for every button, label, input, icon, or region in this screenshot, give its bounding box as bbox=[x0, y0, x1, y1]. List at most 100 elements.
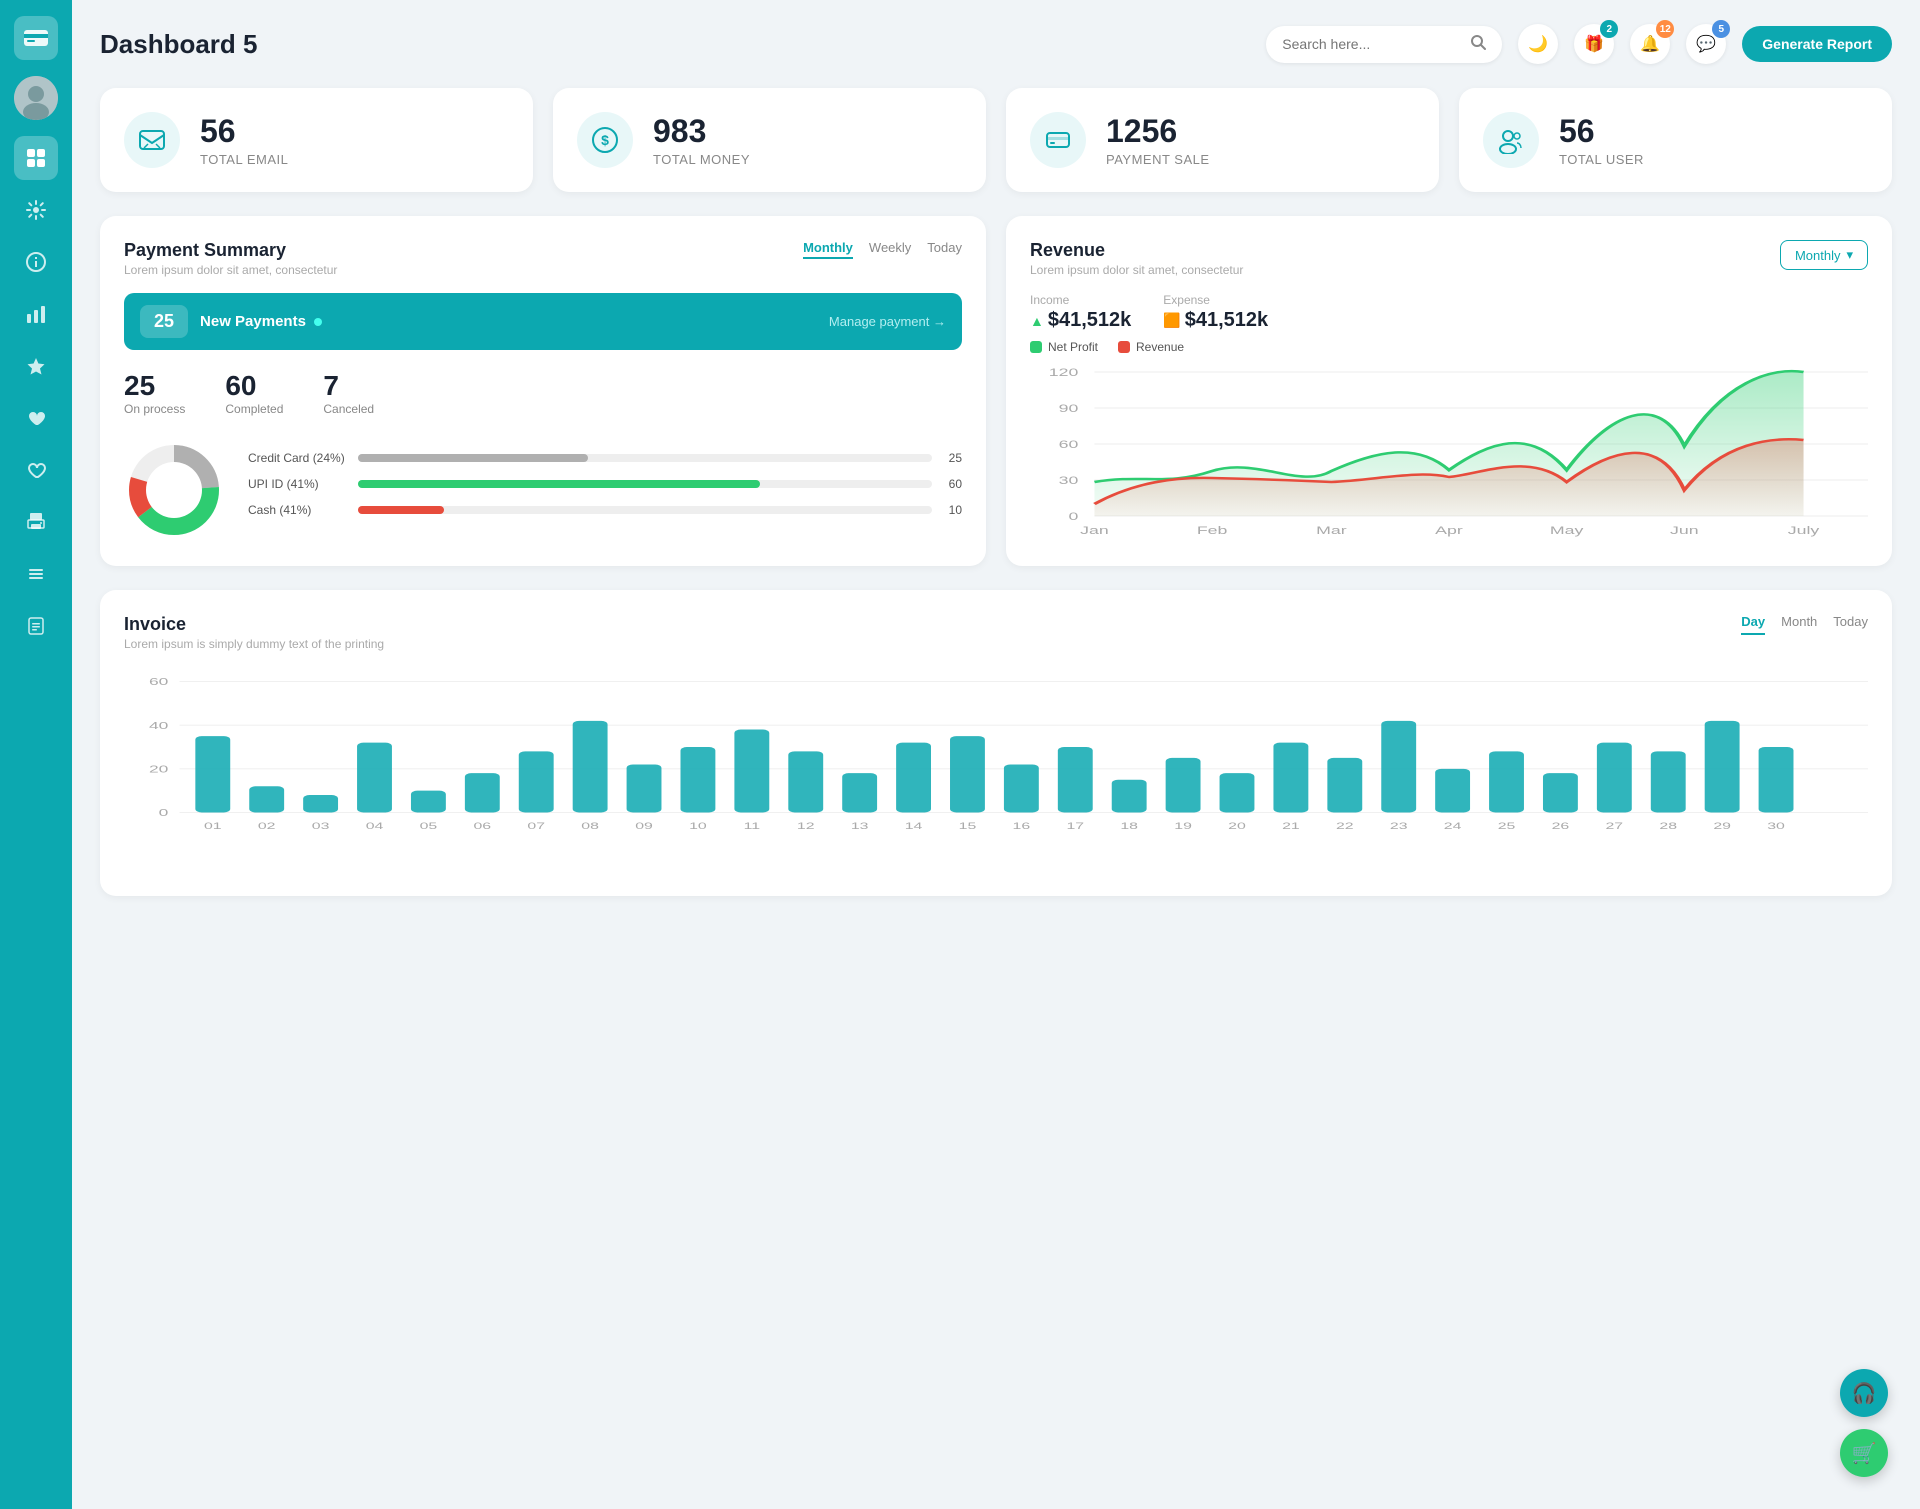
stat-info-email: 56 TOTAL EMAIL bbox=[200, 113, 288, 167]
svg-text:60: 60 bbox=[1059, 439, 1079, 451]
svg-text:20: 20 bbox=[149, 764, 169, 775]
money-label: TOTAL MONEY bbox=[653, 152, 750, 167]
invoice-bar bbox=[1759, 747, 1794, 812]
invoice-tab-day[interactable]: Day bbox=[1741, 614, 1765, 635]
invoice-title-area: Invoice Lorem ipsum is simply dummy text… bbox=[124, 614, 384, 651]
svg-text:30: 30 bbox=[1059, 475, 1079, 487]
sidebar-item-list[interactable] bbox=[14, 552, 58, 596]
invoice-bar bbox=[411, 791, 446, 813]
sidebar-logo[interactable] bbox=[14, 16, 58, 60]
notification-button[interactable]: 🔔 12 bbox=[1630, 24, 1670, 64]
svg-text:27: 27 bbox=[1606, 820, 1624, 831]
tab-today[interactable]: Today bbox=[927, 240, 962, 259]
on-process-stat: 25 On process bbox=[124, 370, 185, 416]
sidebar-item-dashboard[interactable] bbox=[14, 136, 58, 180]
theme-toggle-button[interactable]: 🌙 bbox=[1518, 24, 1558, 64]
notification-badge: 12 bbox=[1656, 20, 1674, 38]
completed-count: 60 bbox=[225, 370, 283, 402]
svg-text:17: 17 bbox=[1066, 820, 1084, 831]
svg-text:22: 22 bbox=[1336, 820, 1354, 831]
sidebar-item-info[interactable] bbox=[14, 240, 58, 284]
invoice-bar bbox=[1273, 743, 1308, 813]
invoice-bar bbox=[627, 764, 662, 812]
float-buttons: 🎧 🛒 bbox=[1840, 1369, 1888, 1477]
svg-text:29: 29 bbox=[1713, 820, 1731, 831]
sidebar-item-analytics[interactable] bbox=[14, 292, 58, 336]
tab-monthly[interactable]: Monthly bbox=[803, 240, 853, 259]
sidebar-item-print[interactable] bbox=[14, 500, 58, 544]
gift-icon: 🎁 bbox=[1584, 34, 1604, 54]
revenue-filter-dropdown[interactable]: Monthly ▾ bbox=[1780, 240, 1868, 270]
headset-float-button[interactable]: 🎧 bbox=[1840, 1369, 1888, 1417]
income-expense-row: Income ▲ $41,512k Expense 🟧 $41,512k bbox=[1030, 293, 1868, 332]
invoice-bar bbox=[1166, 758, 1201, 813]
credit-card-value: 25 bbox=[942, 451, 962, 465]
revenue-chart-svg: 120 90 60 30 0 bbox=[1030, 362, 1868, 542]
svg-text:19: 19 bbox=[1174, 820, 1192, 831]
bell-icon: 🔔 bbox=[1640, 34, 1660, 54]
invoice-bar bbox=[680, 747, 715, 812]
revenue-panel: Revenue Lorem ipsum dolor sit amet, cons… bbox=[1006, 216, 1892, 566]
svg-text:20: 20 bbox=[1228, 820, 1246, 831]
cash-fill bbox=[358, 506, 444, 514]
stat-card-money: $ 983 TOTAL MONEY bbox=[553, 88, 986, 192]
invoice-panel: Invoice Lorem ipsum is simply dummy text… bbox=[100, 590, 1892, 896]
email-label: TOTAL EMAIL bbox=[200, 152, 288, 167]
search-input[interactable] bbox=[1282, 36, 1462, 52]
svg-text:18: 18 bbox=[1120, 820, 1138, 831]
revenue-subtitle: Lorem ipsum dolor sit amet, consectetur bbox=[1030, 263, 1243, 277]
payment-count: 1256 bbox=[1106, 113, 1210, 150]
svg-text:Mar: Mar bbox=[1316, 525, 1347, 537]
stats-grid: 56 TOTAL EMAIL $ 983 TOTAL MONEY bbox=[100, 88, 1892, 192]
payment-bars: Credit Card (24%) 25 UPI ID (41%) 60 bbox=[248, 451, 962, 529]
svg-text:30: 30 bbox=[1767, 820, 1785, 831]
canceled-stat: 7 Canceled bbox=[323, 370, 374, 416]
canceled-label: Canceled bbox=[323, 402, 374, 416]
invoice-bar bbox=[1327, 758, 1362, 813]
svg-text:14: 14 bbox=[905, 820, 923, 831]
stat-card-user: 56 TOTAL USER bbox=[1459, 88, 1892, 192]
status-dot bbox=[314, 318, 322, 326]
search-icon[interactable] bbox=[1470, 34, 1486, 55]
sidebar-item-reports[interactable] bbox=[14, 604, 58, 648]
invoice-bar bbox=[519, 751, 554, 812]
sidebar-item-settings[interactable] bbox=[14, 188, 58, 232]
sidebar-item-heart1[interactable] bbox=[14, 396, 58, 440]
stat-card-payment: 1256 PAYMENT SALE bbox=[1006, 88, 1439, 192]
svg-text:08: 08 bbox=[581, 820, 599, 831]
invoice-bar bbox=[950, 736, 985, 812]
invoice-bar bbox=[1112, 780, 1147, 813]
svg-text:120: 120 bbox=[1049, 367, 1079, 379]
sidebar-item-star[interactable] bbox=[14, 344, 58, 388]
on-process-count: 25 bbox=[124, 370, 185, 402]
invoice-bar bbox=[1489, 751, 1524, 812]
user-avatar[interactable] bbox=[14, 76, 58, 120]
user-count: 56 bbox=[1559, 113, 1644, 150]
invoice-bar bbox=[465, 773, 500, 812]
gift-badge: 2 bbox=[1600, 20, 1618, 38]
svg-text:28: 28 bbox=[1659, 820, 1677, 831]
stat-info-money: 983 TOTAL MONEY bbox=[653, 113, 750, 167]
svg-text:Feb: Feb bbox=[1197, 525, 1228, 537]
tab-weekly[interactable]: Weekly bbox=[869, 240, 911, 259]
svg-text:23: 23 bbox=[1390, 820, 1408, 831]
sidebar-item-heart2[interactable] bbox=[14, 448, 58, 492]
gift-button[interactable]: 🎁 2 bbox=[1574, 24, 1614, 64]
invoice-bar bbox=[896, 743, 931, 813]
revenue-header: Revenue Lorem ipsum dolor sit amet, cons… bbox=[1030, 240, 1868, 277]
svg-text:05: 05 bbox=[420, 820, 438, 831]
svg-text:May: May bbox=[1550, 525, 1584, 537]
chat-button[interactable]: 💬 5 bbox=[1686, 24, 1726, 64]
page-title: Dashboard 5 bbox=[100, 29, 258, 60]
net-profit-dot bbox=[1030, 341, 1042, 353]
main-content: Dashboard 5 🌙 🎁 2 🔔 12 bbox=[72, 0, 1920, 1509]
invoice-tab-month[interactable]: Month bbox=[1781, 614, 1817, 635]
new-payments-left: 25 New Payments bbox=[140, 305, 322, 338]
invoice-tab-today[interactable]: Today bbox=[1833, 614, 1868, 635]
revenue-chart-area: 120 90 60 30 0 bbox=[1030, 362, 1868, 542]
cart-float-button[interactable]: 🛒 bbox=[1840, 1429, 1888, 1477]
manage-payment-link[interactable]: Manage payment → bbox=[829, 314, 946, 329]
generate-report-button[interactable]: Generate Report bbox=[1742, 26, 1892, 62]
invoice-bar bbox=[1220, 773, 1255, 812]
svg-text:03: 03 bbox=[312, 820, 330, 831]
